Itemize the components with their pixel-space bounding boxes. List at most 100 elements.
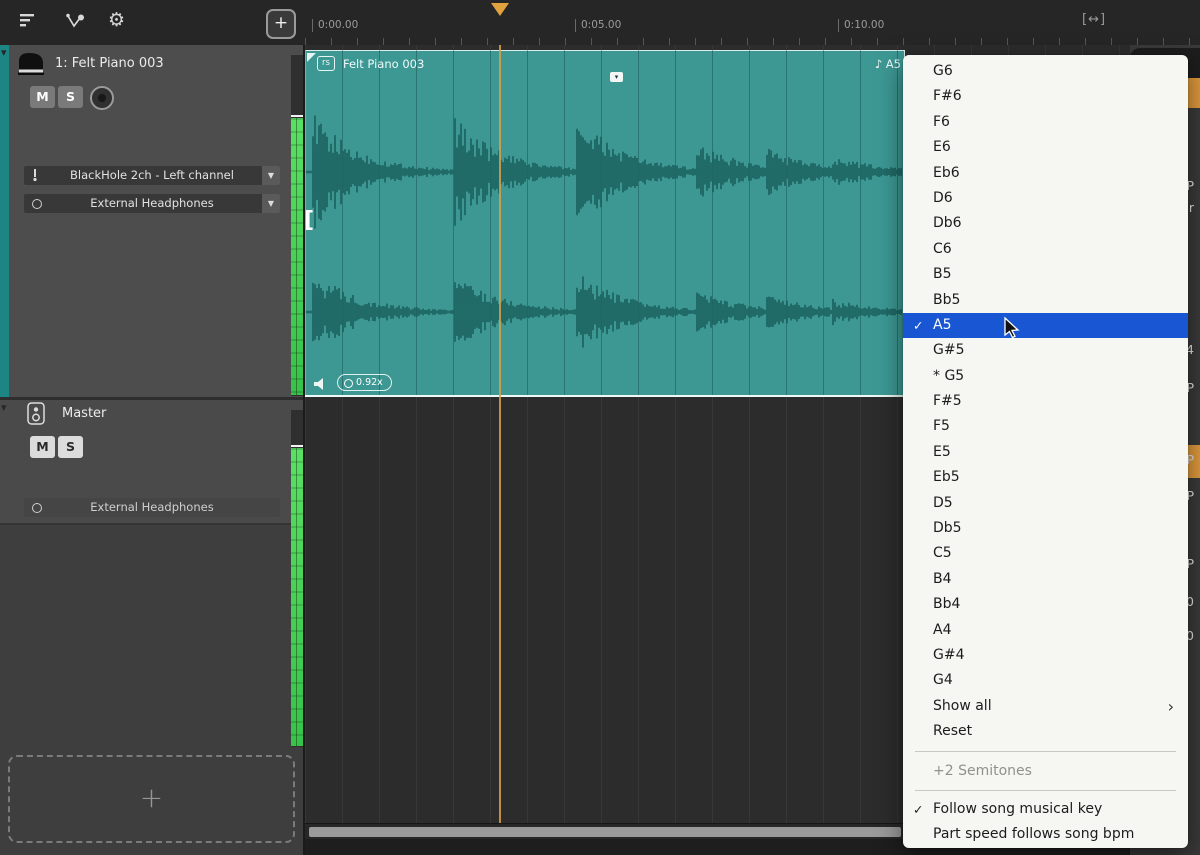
check-icon: ✓ — [913, 313, 923, 338]
check-icon: ✓ — [913, 797, 923, 822]
pitch-menu-item[interactable]: ✓ D6 — [903, 186, 1188, 211]
pitch-label: G#4 — [933, 647, 965, 663]
time-label: 0:05.00 — [575, 19, 621, 32]
master-mute-button[interactable]: M — [30, 436, 55, 458]
pitch-menu-item[interactable]: ✓ D5 — [903, 491, 1188, 516]
meter-fill — [291, 448, 303, 746]
plus-icon: + — [10, 781, 293, 814]
follow-key-label: Follow song musical key — [933, 801, 1102, 817]
speaker-icon[interactable] — [313, 376, 327, 395]
pitch-menu-item[interactable]: ✓ Db5 — [903, 516, 1188, 541]
chevron-down-icon[interactable]: ▼ — [262, 194, 280, 213]
scrollbar-thumb[interactable] — [309, 827, 901, 837]
input-jack-icon — [31, 169, 39, 188]
daw-window: ⚙ + 0:00.00 0:05.00 0:10.00 [↔] rs Felt … — [0, 0, 1200, 855]
track1-mute-button[interactable]: M — [30, 86, 55, 108]
pitch-menu-item[interactable]: ✓ C5 — [903, 541, 1188, 566]
peak-marker — [291, 445, 303, 447]
gear-icon[interactable]: ⚙ — [108, 9, 125, 31]
master-collapse-icon[interactable]: ▾ — [1, 401, 7, 414]
speed-value: 0.92x — [356, 377, 383, 388]
ruler-ticks — [305, 38, 1200, 45]
zoom-fit-icon[interactable]: [↔] — [1082, 12, 1106, 27]
pitch-menu-item[interactable]: ✓ G6 — [903, 59, 1188, 84]
meter-fill — [291, 118, 303, 395]
pitch-menu-item[interactable]: ✓ G#4 — [903, 643, 1188, 668]
pitch-menu-item[interactable]: ✓ E5 — [903, 440, 1188, 465]
pitch-label: Eb6 — [933, 165, 960, 181]
menu-item-follow-key[interactable]: ✓ Follow song musical key — [903, 797, 1188, 822]
pitch-menu-item[interactable]: ✓ B4 — [903, 567, 1188, 592]
region-pitch-label[interactable]: ♪ A5 — [875, 57, 901, 71]
track1-output-select[interactable]: External Headphones ▼ — [24, 194, 280, 213]
region-marker-icon[interactable]: ▾ — [610, 72, 623, 82]
pitch-menu-item[interactable]: ✓ A4 — [903, 618, 1188, 643]
chevron-down-icon[interactable]: ▼ — [262, 166, 280, 185]
pitch-menu-item[interactable]: ✓ F#6 — [903, 84, 1188, 109]
master-output-select[interactable]: External Headphones — [24, 498, 280, 517]
track1-input-select[interactable]: BlackHole 2ch - Left channel ▼ — [24, 166, 280, 185]
track1-solo-button[interactable]: S — [58, 86, 83, 108]
pitch-label: F#5 — [933, 393, 962, 409]
pitch-label: * G5 — [933, 368, 964, 384]
playhead-marker[interactable] — [491, 3, 509, 16]
track1-output-value: External Headphones — [90, 196, 213, 210]
pitch-menu-item[interactable]: ✓ F#5 — [903, 389, 1188, 414]
track1-record-button[interactable] — [90, 86, 114, 110]
add-button[interactable]: + — [266, 9, 296, 39]
timeline-ruler[interactable]: 0:00.00 0:05.00 0:10.00 [↔] — [305, 0, 1200, 46]
pitch-menu-item[interactable]: ✓ Eb6 — [903, 161, 1188, 186]
pitch-label: Bb4 — [933, 596, 960, 612]
track1-color-strip — [0, 45, 9, 397]
pitch-menu-item[interactable]: ✓ F6 — [903, 110, 1188, 135]
playhead-line — [499, 45, 501, 823]
pitch-menu-item[interactable]: ✓ Bb4 — [903, 592, 1188, 617]
menu-item-part-speed[interactable]: Part speed follows song bpm — [903, 822, 1188, 847]
pitch-menu-item[interactable]: ✓ F5 — [903, 414, 1188, 439]
reset-label: Reset — [933, 723, 972, 739]
toolbar: ⚙ + — [0, 0, 305, 46]
pitch-context-menu: ✓ G6 ✓ F#6 ✓ F6 ✓ E6 ✓ Eb6 ✓ D6 — [903, 55, 1188, 848]
pitch-label: A4 — [933, 622, 951, 638]
fade-handle[interactable] — [307, 53, 316, 62]
pitch-menu-item[interactable]: ✓ E6 — [903, 135, 1188, 160]
pitch-label: Db5 — [933, 520, 962, 536]
menu-divider — [915, 790, 1176, 791]
pitch-menu-item[interactable]: ✓ C6 — [903, 237, 1188, 262]
pitch-label: G6 — [933, 63, 953, 79]
pitch-menu-item[interactable]: ✓ Eb5 — [903, 465, 1188, 490]
pitch-menu-item[interactable]: ✓ G#5 — [903, 338, 1188, 363]
automation-curve-icon[interactable] — [64, 11, 86, 35]
pitch-menu-item[interactable]: ✓ Bb5 — [903, 288, 1188, 313]
pitch-menu-list: ✓ G6 ✓ F#6 ✓ F6 ✓ E6 ✓ Eb6 ✓ D6 — [903, 59, 1188, 694]
pitch-label: Bb5 — [933, 292, 960, 308]
speed-pill[interactable]: 0.92x — [337, 374, 392, 391]
add-track-dropzone[interactable]: + — [8, 755, 295, 843]
pitch-label: F6 — [933, 114, 950, 130]
track-list-icon[interactable] — [18, 10, 38, 34]
waveform — [305, 50, 905, 395]
pitch-label: C5 — [933, 545, 952, 561]
audio-region[interactable]: rs Felt Piano 003 ♪ A5 ▾ [ 0.92x — [305, 50, 905, 397]
menu-item-show-all[interactable]: Show all › — [903, 694, 1188, 719]
pitch-label: E5 — [933, 444, 951, 460]
pitch-menu-item[interactable]: ✓ * G5 — [903, 364, 1188, 389]
pitch-menu-item[interactable]: ✓ Db6 — [903, 211, 1188, 236]
track1-collapse-icon[interactable]: ▾ — [1, 46, 7, 59]
menu-item-reset[interactable]: Reset — [903, 719, 1188, 744]
master-title[interactable]: Master — [62, 406, 106, 421]
master-level-meter — [291, 410, 303, 747]
track1-title[interactable]: 1: Felt Piano 003 — [55, 56, 164, 71]
trim-handle[interactable]: [ — [304, 208, 314, 233]
pitch-menu-item[interactable]: ✓ A5 — [903, 313, 1188, 338]
menu-divider — [915, 751, 1176, 752]
pitch-label: Eb5 — [933, 469, 960, 485]
pitch-label: E6 — [933, 139, 951, 155]
master-solo-button[interactable]: S — [58, 436, 83, 458]
pitch-menu-item[interactable]: ✓ B5 — [903, 262, 1188, 287]
pitch-label: A5 — [933, 317, 951, 333]
pitch-menu-item[interactable]: ✓ G4 — [903, 668, 1188, 693]
pitch-label: B5 — [933, 266, 952, 282]
loop-speed-icon — [344, 379, 353, 388]
show-all-label: Show all — [933, 698, 992, 714]
